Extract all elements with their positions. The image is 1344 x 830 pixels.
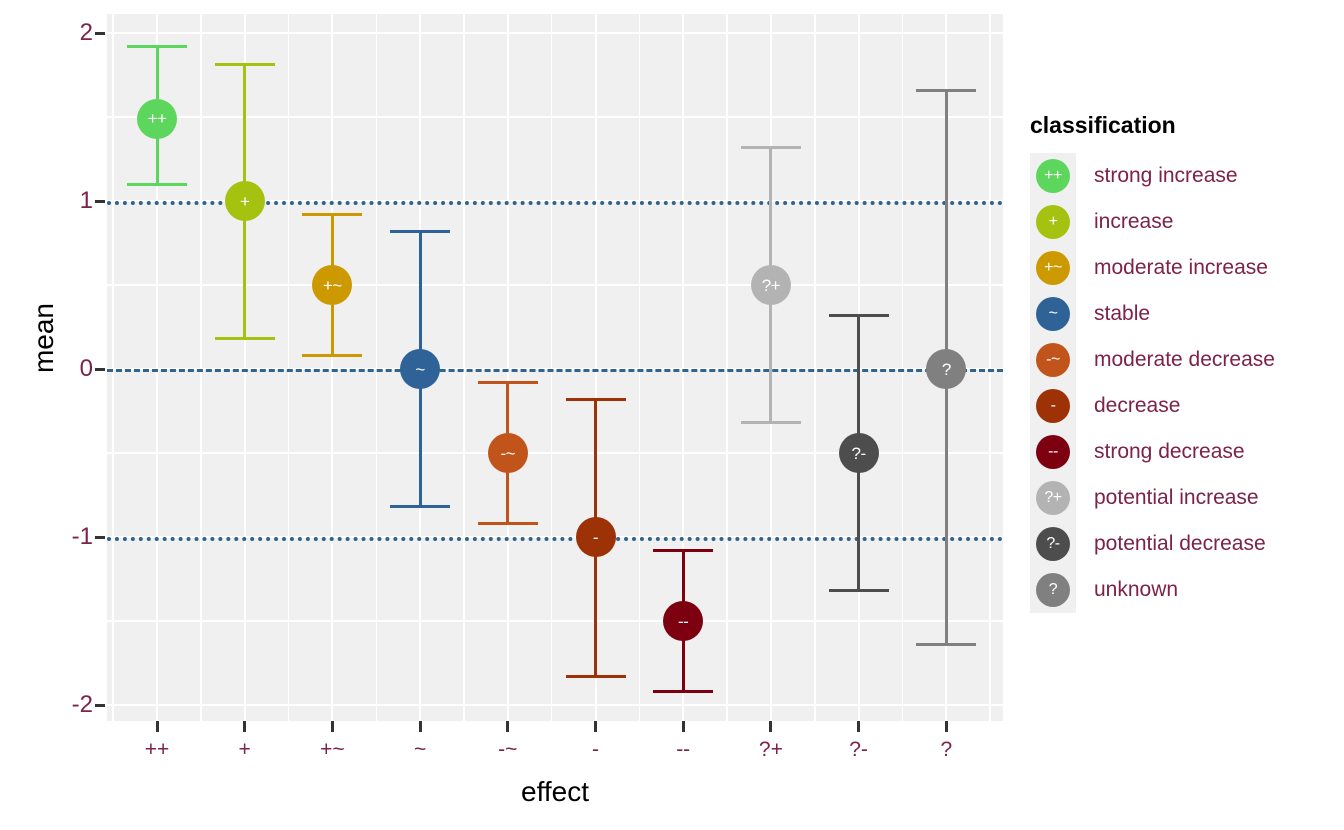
legend-key-swatch: ?-: [1030, 521, 1076, 567]
legend-key-swatch: -~: [1030, 337, 1076, 383]
legend-key-swatch: --: [1030, 429, 1076, 475]
legend-item-strong-increase[interactable]: ++ strong increase: [1030, 153, 1344, 199]
x-axis-tick-label: ?+: [758, 738, 783, 761]
legend-key-swatch: -: [1030, 383, 1076, 429]
plot-panel: ++ + +~ ~ -~ - -- ?+ ?-?: [107, 14, 1003, 721]
y-axis-tick-label: 0: [79, 355, 93, 382]
x-axis-tick-label: -: [592, 738, 599, 761]
legend-item-decrease[interactable]: - decrease: [1030, 383, 1344, 429]
y-axis-tick-mark: [95, 703, 105, 707]
x-axis-tick-label: ?-: [849, 738, 868, 761]
legend-item-label: potential decrease: [1094, 532, 1266, 555]
legend-item-label: moderate decrease: [1094, 348, 1275, 371]
x-axis-tick-mark: [330, 721, 334, 732]
x-axis-title: effect: [521, 776, 589, 807]
legend-glyph-icon: ?+: [1036, 481, 1070, 515]
y-axis-tick-mark: [95, 31, 105, 35]
x-axis-tick-mark: [769, 721, 773, 732]
y-axis-tick-mark: [95, 367, 105, 371]
legend-glyph-icon: -: [1036, 389, 1070, 423]
x-axis-tick-mark: [155, 721, 159, 732]
errorbar-cap-lower: [916, 643, 977, 647]
legend-glyph-icon: +: [1036, 205, 1070, 239]
legend-item-label: strong increase: [1094, 164, 1238, 187]
legend-key-swatch: ?+: [1030, 475, 1076, 521]
legend-glyph-icon: ~: [1036, 297, 1070, 331]
legend-item-strong-decrease[interactable]: -- strong decrease: [1030, 429, 1344, 475]
legend-glyph-icon: --: [1036, 435, 1070, 469]
legend-item-increase[interactable]: + increase: [1030, 199, 1344, 245]
legend-glyph-icon: ?-: [1036, 527, 1070, 561]
y-axis-title: mean: [28, 302, 59, 374]
data-point-unknown[interactable]: ?: [926, 349, 967, 389]
legend-item-unknown[interactable]: ? unknown: [1030, 567, 1344, 613]
legend-glyph-icon: -~: [1036, 343, 1070, 377]
x-axis-tick-mark: [944, 721, 948, 732]
x-axis-tick-label: +~: [320, 738, 345, 761]
x-axis-tick-mark: [418, 721, 422, 732]
x-axis-tick-label: +: [238, 738, 251, 761]
errorbar-cap-upper: [916, 88, 977, 92]
legend-key-swatch: ?: [1030, 567, 1076, 613]
legend-item-label: stable: [1094, 302, 1151, 325]
legend: classification ++ strong increase + increas…: [1030, 112, 1344, 613]
legend-glyph-icon: +~: [1036, 251, 1070, 285]
legend-key-swatch: +: [1030, 199, 1076, 245]
x-axis-tick-mark: [681, 721, 685, 732]
legend-item-potential-decrease[interactable]: ?- potential decrease: [1030, 521, 1344, 567]
legend-item-moderate-increase[interactable]: +~ moderate increase: [1030, 245, 1344, 291]
legend-key-swatch: ~: [1030, 291, 1076, 337]
x-axis-tick-mark: [857, 721, 861, 732]
legend-item-label: moderate increase: [1094, 256, 1268, 279]
legend-key-swatch: ++: [1030, 153, 1076, 199]
legend-key-swatch: +~: [1030, 245, 1076, 291]
x-axis-tick-mark: [594, 721, 597, 732]
y-axis-tick-mark: [95, 199, 105, 203]
legend-title: classification: [1030, 112, 1176, 138]
x-axis-tick-label: ~: [413, 738, 427, 761]
y-axis-tick-label: 2: [79, 19, 93, 46]
x-axis-tick-label: ?: [940, 738, 953, 761]
legend-items: ++ strong increase + increase +~ moderate inc…: [1030, 153, 1344, 613]
legend-item-moderate-decrease[interactable]: -~ moderate decrease: [1030, 337, 1344, 383]
legend-glyph-icon: ?: [1036, 573, 1070, 607]
y-axis-tick-label: -2: [71, 691, 93, 718]
y-axis-tick-mark: [95, 535, 105, 539]
x-axis-tick-label: ++: [144, 738, 170, 761]
chart-canvas: ++ + +~ ~ -~ - -- ?+ ?-? 2 1 0 -1 -2 ++ + +~ ~ -~ - -- ?+ ?-?…: [0, 0, 1344, 830]
legend-glyph-icon: ++: [1036, 159, 1070, 193]
x-axis-tick-label: -~: [498, 738, 518, 761]
legend-item-label: unknown: [1094, 578, 1179, 601]
x-axis-tick-label: --: [676, 738, 691, 761]
legend-item-label: decrease: [1094, 394, 1181, 417]
y-axis-tick-label: 1: [79, 187, 93, 214]
x-axis-tick-mark: [506, 721, 510, 732]
y-axis-tick-label: -1: [71, 523, 93, 550]
legend-item-label: increase: [1094, 210, 1174, 233]
legend-item-label: strong decrease: [1094, 440, 1245, 463]
errorbar-group: ?: [107, 14, 1003, 721]
legend-item-potential-increase[interactable]: ?+ potential increase: [1030, 475, 1344, 521]
x-axis-tick-mark: [243, 721, 247, 732]
legend-item-label: potential increase: [1094, 486, 1259, 509]
legend-item-stable[interactable]: ~ stable: [1030, 291, 1344, 337]
